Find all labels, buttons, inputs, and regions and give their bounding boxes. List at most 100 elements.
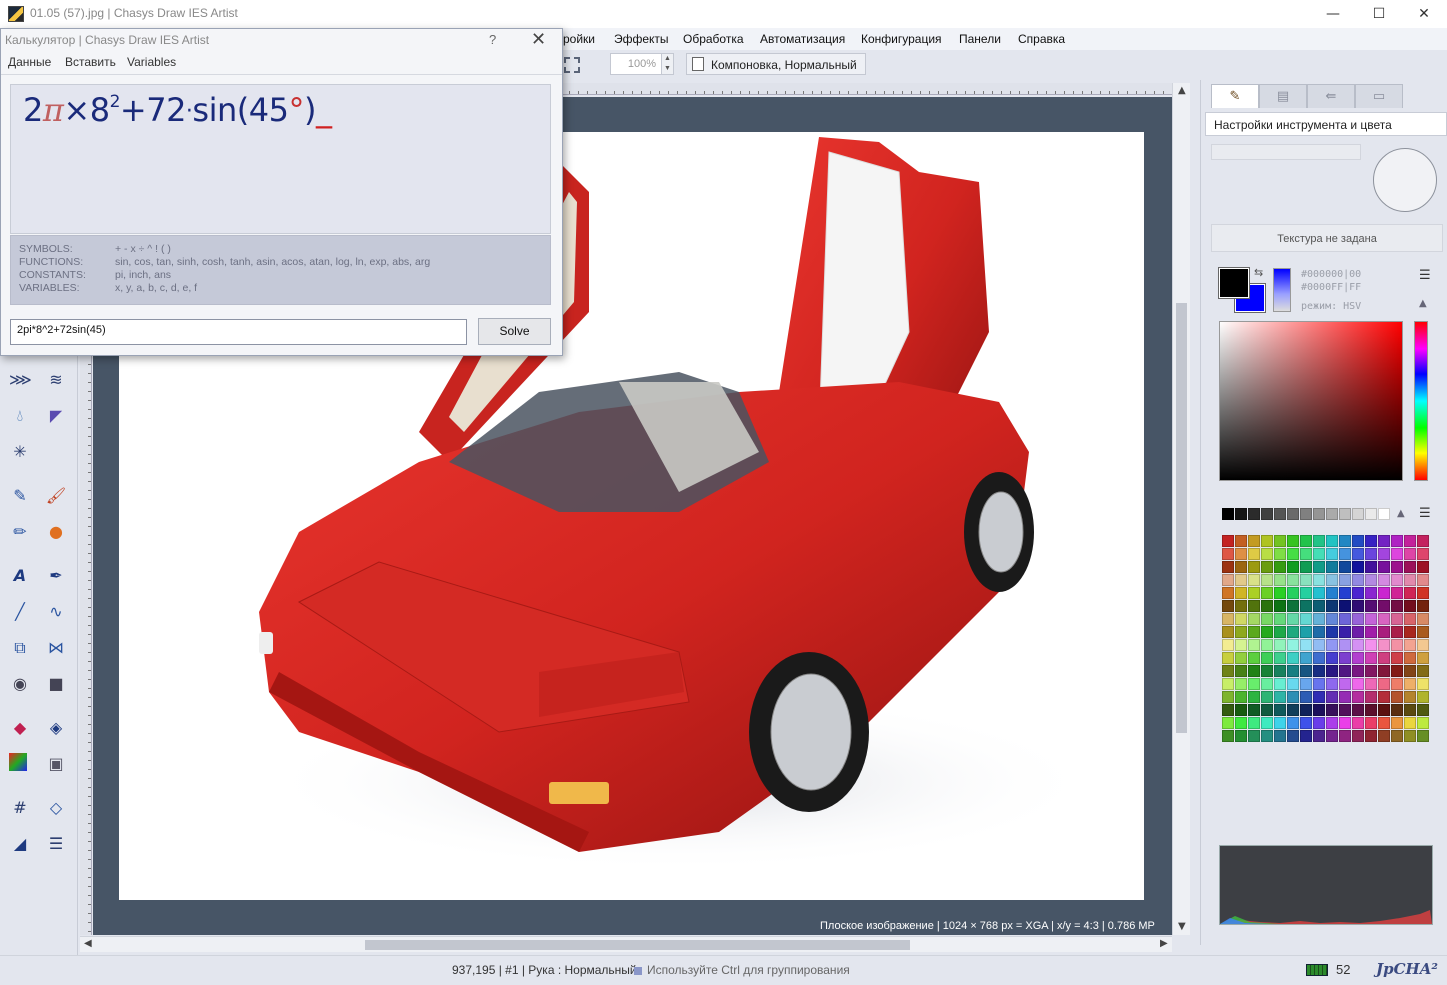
tab-files[interactable]: ▭ bbox=[1355, 84, 1403, 108]
palette-swatch[interactable] bbox=[1287, 600, 1299, 612]
hue-slider[interactable] bbox=[1414, 321, 1428, 481]
palette-swatch[interactable] bbox=[1404, 587, 1416, 599]
splat-icon[interactable]: ✳ bbox=[9, 441, 31, 463]
scroll-up-icon[interactable]: ▲ bbox=[1178, 85, 1186, 96]
palette-swatch[interactable] bbox=[1339, 652, 1351, 664]
palette-swatch[interactable] bbox=[1365, 508, 1377, 520]
color-menu-icon[interactable]: ☰ bbox=[1419, 268, 1431, 283]
calc-menu-variables[interactable]: Variables bbox=[127, 55, 176, 69]
palette-swatch[interactable] bbox=[1235, 508, 1247, 520]
palette-swatch[interactable] bbox=[1378, 535, 1390, 547]
palette-swatch[interactable] bbox=[1274, 665, 1286, 677]
solve-button[interactable]: Solve bbox=[478, 318, 551, 345]
palette-swatch[interactable] bbox=[1248, 626, 1260, 638]
palette-swatch[interactable] bbox=[1235, 548, 1247, 560]
palette-swatch[interactable] bbox=[1417, 587, 1429, 599]
palette-swatch[interactable] bbox=[1261, 691, 1273, 703]
text-icon[interactable]: A bbox=[9, 565, 31, 587]
palette-swatch[interactable] bbox=[1378, 600, 1390, 612]
palette-swatch[interactable] bbox=[1274, 717, 1286, 729]
palette-swatch[interactable] bbox=[1391, 691, 1403, 703]
palette-swatch[interactable] bbox=[1417, 678, 1429, 690]
palette-swatch[interactable] bbox=[1274, 639, 1286, 651]
palette-swatch[interactable] bbox=[1222, 639, 1234, 651]
palette-swatch[interactable] bbox=[1378, 639, 1390, 651]
palette-swatch[interactable] bbox=[1222, 704, 1234, 716]
warp-icon[interactable]: ⋈ bbox=[45, 637, 67, 659]
palette-swatch[interactable] bbox=[1248, 704, 1260, 716]
palette-swatch[interactable] bbox=[1287, 652, 1299, 664]
palette-swatch[interactable] bbox=[1404, 535, 1416, 547]
palette-swatch[interactable] bbox=[1313, 561, 1325, 573]
shapes-icon[interactable]: ⧉ bbox=[9, 637, 31, 659]
palette-swatch[interactable] bbox=[1274, 704, 1286, 716]
palette-swatch[interactable] bbox=[1300, 561, 1312, 573]
palette-swatch[interactable] bbox=[1248, 639, 1260, 651]
palette-swatch[interactable] bbox=[1339, 665, 1351, 677]
palette-swatch[interactable] bbox=[1365, 561, 1377, 573]
palette-swatch[interactable] bbox=[1222, 665, 1234, 677]
palette-swatch[interactable] bbox=[1404, 652, 1416, 664]
palette-menu-icon[interactable]: ☰ bbox=[1419, 506, 1431, 521]
palette-swatch[interactable] bbox=[1287, 665, 1299, 677]
palette-swatch[interactable] bbox=[1326, 613, 1338, 625]
primary-color-swatch[interactable] bbox=[1218, 267, 1250, 299]
palette-swatch[interactable] bbox=[1339, 730, 1351, 742]
palette-swatch[interactable] bbox=[1352, 613, 1364, 625]
palette-swatch[interactable] bbox=[1391, 717, 1403, 729]
palette-swatch[interactable] bbox=[1222, 730, 1234, 742]
palette-swatch[interactable] bbox=[1326, 691, 1338, 703]
palette-swatch[interactable] bbox=[1300, 652, 1312, 664]
palette-swatch[interactable] bbox=[1313, 548, 1325, 560]
palette-swatch[interactable] bbox=[1326, 600, 1338, 612]
vertical-scrollbar[interactable]: ▲ ▼ bbox=[1172, 83, 1190, 935]
palette-swatch[interactable] bbox=[1378, 652, 1390, 664]
palette-swatch[interactable] bbox=[1274, 587, 1286, 599]
tab-tools-color[interactable]: ✎ bbox=[1211, 84, 1259, 108]
palette-swatch[interactable] bbox=[1326, 717, 1338, 729]
transform-icon[interactable]: ◇ bbox=[45, 797, 67, 819]
palette-swatch[interactable] bbox=[1261, 652, 1273, 664]
palette-swatch[interactable] bbox=[1326, 678, 1338, 690]
maximize-button[interactable]: ☐ bbox=[1356, 0, 1402, 28]
blur-icon[interactable]: ◤ bbox=[45, 405, 67, 427]
palette-swatch[interactable] bbox=[1404, 600, 1416, 612]
palette-swatch[interactable] bbox=[1352, 508, 1364, 520]
palette-swatch[interactable] bbox=[1391, 535, 1403, 547]
palette-swatch[interactable] bbox=[1365, 535, 1377, 547]
palette-swatch[interactable] bbox=[1300, 691, 1312, 703]
palette-swatch[interactable] bbox=[1222, 574, 1234, 586]
palette-swatch[interactable] bbox=[1391, 613, 1403, 625]
palette-swatch[interactable] bbox=[1404, 626, 1416, 638]
palette-swatch[interactable] bbox=[1404, 639, 1416, 651]
palette-swatch[interactable] bbox=[1261, 587, 1273, 599]
tab-layers[interactable]: ▤ bbox=[1259, 84, 1307, 108]
palette-swatch[interactable] bbox=[1287, 574, 1299, 586]
palette-swatch[interactable] bbox=[1378, 717, 1390, 729]
palette-swatch[interactable] bbox=[1417, 535, 1429, 547]
horizontal-scrollbar[interactable]: ◀ ▶ bbox=[80, 936, 1172, 952]
palette-swatch[interactable] bbox=[1391, 652, 1403, 664]
palette-swatch[interactable] bbox=[1352, 717, 1364, 729]
palette-swatch[interactable] bbox=[1378, 665, 1390, 677]
palette-swatch[interactable] bbox=[1235, 704, 1247, 716]
palette-swatch[interactable] bbox=[1365, 730, 1377, 742]
menu-automation[interactable]: Автоматизация bbox=[760, 32, 845, 46]
palette-swatch[interactable] bbox=[1235, 665, 1247, 677]
palette-swatch[interactable] bbox=[1378, 574, 1390, 586]
palette-swatch[interactable] bbox=[1287, 704, 1299, 716]
adjust-icon[interactable]: ☰ bbox=[45, 833, 67, 855]
palette-swatch[interactable] bbox=[1261, 508, 1273, 520]
palette-swatch[interactable] bbox=[1248, 691, 1260, 703]
drop-icon[interactable]: 💧︎ bbox=[9, 405, 31, 427]
palette-swatch[interactable] bbox=[1313, 600, 1325, 612]
palette-swatch[interactable] bbox=[1313, 704, 1325, 716]
palette-swatch[interactable] bbox=[1235, 535, 1247, 547]
palette-swatch[interactable] bbox=[1391, 626, 1403, 638]
palette-swatch[interactable] bbox=[1365, 587, 1377, 599]
bucket-icon[interactable]: ◈ bbox=[45, 717, 67, 739]
palette-swatch[interactable] bbox=[1352, 626, 1364, 638]
palette-swatch[interactable] bbox=[1365, 548, 1377, 560]
palette-swatch[interactable] bbox=[1300, 587, 1312, 599]
palette-swatch[interactable] bbox=[1365, 665, 1377, 677]
